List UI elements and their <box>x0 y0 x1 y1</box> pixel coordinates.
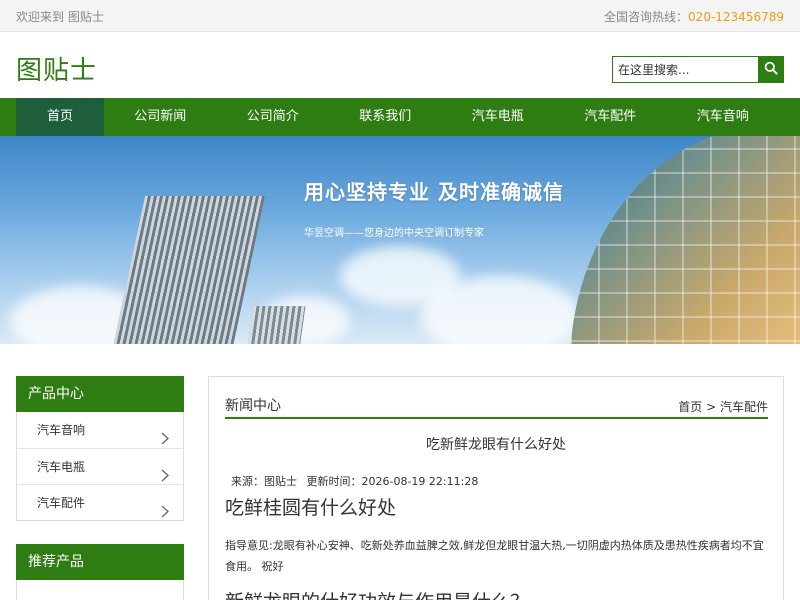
nav-item-parts[interactable]: 汽车配件 <box>554 98 667 136</box>
sidebar-item-label: 汽车电瓶 <box>37 460 86 474</box>
search-icon <box>764 61 778 78</box>
site-logo[interactable]: 图贴士 <box>16 50 97 87</box>
article-heading-2: 新鲜龙眼的什好功效与作用是什么？ <box>225 587 529 600</box>
article-meta: 来源：图贴士 更新时间：2026-08-19 22:11:28 <box>231 473 484 489</box>
hero-banner: 用心坚持专业 及时准确诚信 华昱空调——您身边的中央空调订制专家 <box>0 136 800 344</box>
breadcrumb-separator: > <box>706 400 717 414</box>
search-input[interactable] <box>613 57 758 82</box>
chevron-right-icon <box>161 496 169 532</box>
search-button[interactable] <box>758 57 783 82</box>
nav-item-contact[interactable]: 联系我们 <box>329 98 442 136</box>
sidebar-item-audio[interactable]: 汽车音响 <box>17 412 183 448</box>
sidebar-item-label: 汽车音响 <box>37 423 86 437</box>
products-heading: 产品中心 <box>16 376 184 412</box>
breadcrumb-current[interactable]: 汽车配件 <box>720 400 768 414</box>
search-box <box>612 56 784 83</box>
breadcrumb: 首页 > 汽车配件 <box>678 398 768 415</box>
nav-item-company-news[interactable]: 公司新闻 <box>104 98 217 136</box>
news-panel: 新闻中心 首页 > 汽车配件 吃新鲜龙眼有什么好处 来源：图贴士 更新时间：20… <box>208 376 784 600</box>
welcome-text: 欢迎来到 图贴士 <box>16 10 104 24</box>
hotline-phone: 020-123456789 <box>688 10 784 24</box>
nav-item-home[interactable]: 首页 <box>16 98 104 136</box>
nav-item-audio[interactable]: 汽车音响 <box>667 98 780 136</box>
products-list: 汽车音响 汽车电瓶 汽车配件 <box>16 412 184 521</box>
article-heading-1: 吃鲜桂圆有什么好处 <box>225 497 397 519</box>
article-updated: 更新时间：2026-08-19 22:11:28 <box>306 475 479 488</box>
recommend-heading: 推荐产品 <box>16 544 184 580</box>
skyscraper-right <box>570 136 800 344</box>
main-nav: 首页 公司新闻 公司简介 联系我们 汽车电瓶 汽车配件 汽车音响 <box>0 98 800 136</box>
section-title: 新闻中心 <box>225 398 281 414</box>
nav-item-about[interactable]: 公司简介 <box>217 98 330 136</box>
sidebar-item-parts[interactable]: 汽车配件 <box>17 484 183 520</box>
cloud <box>420 276 580 344</box>
skyscraper-small <box>246 306 306 344</box>
hotline: 全国咨询热线：020-123456789 <box>604 8 784 25</box>
breadcrumb-home[interactable]: 首页 <box>678 400 702 414</box>
news-header: 新闻中心 首页 > 汽车配件 <box>225 395 768 419</box>
article-source: 来源：图贴士 <box>231 475 297 488</box>
sidebar-products: 产品中心 汽车音响 汽车电瓶 汽车配件 <box>16 376 184 521</box>
hotline-label: 全国咨询热线： <box>604 10 689 24</box>
article-title: 吃新鲜龙眼有什么好处 <box>426 437 566 453</box>
skyscraper-left <box>110 196 266 344</box>
sidebar-item-label: 汽车配件 <box>37 496 86 510</box>
recommend-box <box>16 580 184 600</box>
banner-subtitle: 华昱空调——您身边的中央空调订制专家 <box>304 228 484 239</box>
banner-title: 用心坚持专业 及时准确诚信 <box>304 180 564 204</box>
sidebar-item-batteries[interactable]: 汽车电瓶 <box>17 448 183 484</box>
top-bar: 欢迎来到 图贴士 全国咨询热线：020-123456789 <box>0 0 800 32</box>
article-guide: 指导意见:龙眼有补心安神、吃新处养血益脾之效,鲜龙但龙眼甘温大热,一切阴虚内热体… <box>225 539 764 573</box>
nav-item-batteries[interactable]: 汽车电瓶 <box>442 98 555 136</box>
